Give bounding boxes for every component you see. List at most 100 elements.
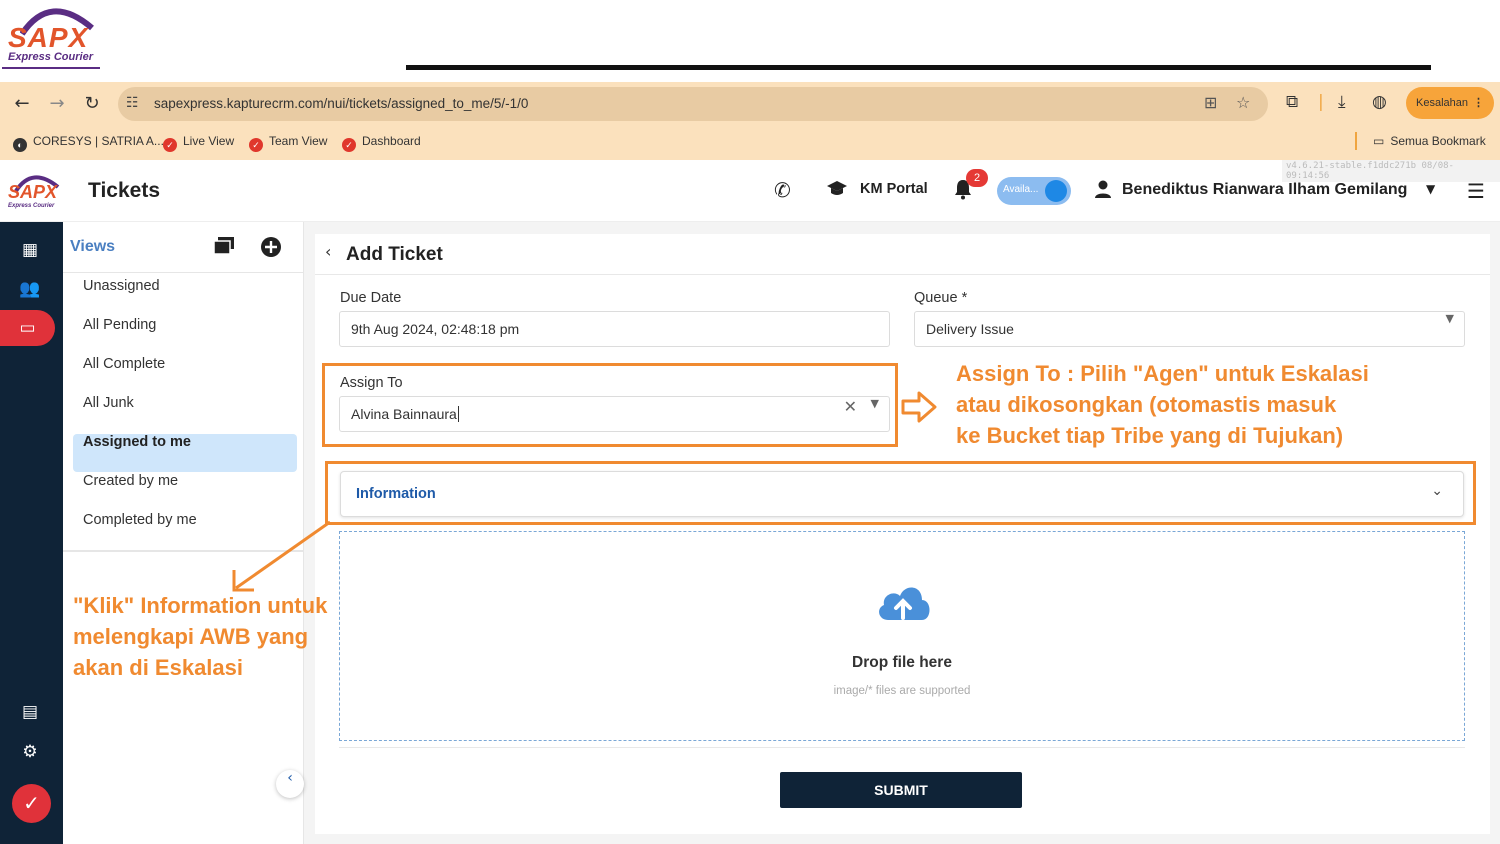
- forward-arrow-icon[interactable]: →: [46, 93, 68, 115]
- information-highlight: [325, 461, 1476, 525]
- due-date-field[interactable]: 9th Aug 2024, 02:48:18 pm: [339, 311, 890, 347]
- assign-note-line: ke Bucket tiap Tribe yang di Tujukan): [956, 423, 1344, 448]
- list-menu-icon[interactable]: ☰: [1467, 179, 1485, 203]
- assign-note-line: Assign To : Pilih "Agen" untuk Eskalasi: [956, 361, 1369, 386]
- assign-note-line: atau dikosongkan (otomastis masuk: [956, 392, 1337, 417]
- main-content: ‹ Add Ticket Due Date 9th Aug 2024, 02:4…: [304, 222, 1500, 844]
- download-icon[interactable]: ⤓: [1338, 92, 1346, 112]
- submit-button[interactable]: SUBMIT: [780, 772, 1022, 808]
- user-name[interactable]: Benediktus Rianwara Ilham Gemilang: [1122, 181, 1407, 199]
- view-all-pending[interactable]: All Pending: [73, 317, 297, 355]
- calendar-icon[interactable]: ▤: [0, 694, 60, 730]
- all-bookmarks-label: Semua Bookmark: [1390, 134, 1486, 148]
- left-rail: ▦ 👥 ▭ ▤ ⚙ ✓: [0, 222, 63, 844]
- bookmark-team-view[interactable]: ✓ Team View: [249, 134, 327, 152]
- bookmark-star-icon[interactable]: ☆: [1236, 93, 1250, 112]
- assign-to-highlight: [322, 363, 898, 447]
- km-portal-link[interactable]: KM Portal: [860, 181, 928, 197]
- view-created-by-me[interactable]: Created by me: [73, 473, 297, 511]
- graduation-cap-icon[interactable]: [826, 179, 848, 204]
- bookmark-separator: [1355, 132, 1357, 150]
- users-icon[interactable]: 👥: [0, 271, 60, 307]
- chevron-down-icon[interactable]: ▼: [1426, 182, 1435, 196]
- add-view-icon[interactable]: [260, 236, 282, 263]
- coresys-icon: ◐: [13, 138, 27, 152]
- extensions-icon[interactable]: ⧉: [1286, 92, 1298, 112]
- bookmark-label: Dashboard: [362, 134, 421, 148]
- slide-header: SAPX Express Courier: [0, 0, 1500, 82]
- logo-underline: [2, 67, 100, 69]
- ticket-icon[interactable]: ▭: [0, 310, 55, 346]
- view-all-complete[interactable]: All Complete: [73, 356, 297, 394]
- dropzone-divider: [339, 747, 1465, 748]
- kapture-icon: ✓: [163, 138, 177, 152]
- bookmark-dashboard[interactable]: ✓ Dashboard: [342, 134, 421, 152]
- collapse-panel-icon[interactable]: ‹: [276, 770, 304, 798]
- toolbar-separator: |: [1318, 92, 1324, 112]
- information-note: "Klik" Information untuk melengkapi AWB …: [73, 590, 327, 683]
- drop-subtitle: image/* files are supported: [833, 685, 971, 697]
- translate-icon[interactable]: ⊞: [1204, 93, 1217, 112]
- info-note-line: melengkapi AWB yang: [73, 624, 309, 649]
- queue-value: Delivery Issue: [926, 321, 1014, 337]
- form-title: Add Ticket: [346, 244, 443, 265]
- availability-label: Availa...: [1003, 184, 1039, 195]
- assign-note: Assign To : Pilih "Agen" untuk Eskalasi …: [956, 358, 1369, 451]
- address-bar[interactable]: ☷ sapexpress.kapturecrm.com/nui/tickets/…: [118, 87, 1268, 121]
- due-date-label: Due Date: [340, 290, 402, 306]
- reload-icon[interactable]: ↻: [81, 93, 103, 115]
- title-divider: [315, 274, 1490, 275]
- user-icon: [1094, 179, 1112, 204]
- info-note-line: "Klik" Information untuk: [73, 593, 328, 618]
- bookmark-coresys[interactable]: ◐ CORESYS | SATRIA A...: [13, 134, 164, 152]
- menu-dots-icon[interactable]: ⋮: [1473, 87, 1484, 119]
- toggle-knob: [1045, 180, 1067, 202]
- phone-icon[interactable]: ✆: [774, 178, 791, 202]
- view-all-junk[interactable]: All Junk: [73, 395, 297, 433]
- logo-subtitle: Express Courier: [8, 51, 93, 63]
- profile-icon[interactable]: ◍: [1372, 92, 1387, 112]
- due-date-value: 9th Aug 2024, 02:48:18 pm: [351, 321, 520, 337]
- arrow-down-left-icon: [232, 520, 331, 592]
- queue-label: Queue *: [914, 290, 968, 306]
- notification-badge: 2: [966, 169, 988, 187]
- file-dropzone[interactable]: Drop file here image/* files are support…: [339, 531, 1465, 741]
- all-bookmarks[interactable]: ▭ Semua Bookmark: [1373, 134, 1486, 148]
- logo-word: SAPX: [8, 22, 89, 53]
- arrow-right-icon: [901, 391, 937, 423]
- logo-word: SAPX: [8, 182, 58, 202]
- site-settings-icon[interactable]: ☷: [126, 95, 139, 111]
- url-text[interactable]: sapexpress.kapturecrm.com/nui/tickets/as…: [154, 96, 528, 111]
- dashboard-grid-icon[interactable]: ▦: [0, 232, 60, 268]
- folders-icon[interactable]: [213, 236, 235, 261]
- slide-title-rule: [406, 65, 1431, 70]
- logo-subtitle: Express Courier: [8, 203, 55, 209]
- bookmark-label: Live View: [183, 134, 235, 148]
- page-title: Tickets: [88, 179, 160, 202]
- kapture-icon: ✓: [342, 138, 356, 152]
- dropdown-caret-icon[interactable]: ▼: [1446, 312, 1454, 325]
- kapture-logo-icon[interactable]: ✓: [12, 784, 51, 823]
- info-note-line: akan di Eskalasi: [73, 655, 243, 680]
- view-unassigned[interactable]: Unassigned: [73, 278, 297, 316]
- app-header: SAPX Express Courier Tickets v4.6.21-sta…: [0, 160, 1500, 222]
- bookmark-live-view[interactable]: ✓ Live View: [163, 134, 234, 152]
- availability-toggle[interactable]: Availa...: [997, 177, 1071, 205]
- sapx-logo: SAPX Express Courier: [2, 2, 98, 68]
- drop-title: Drop file here: [852, 654, 952, 671]
- views-heading: Views: [70, 238, 116, 255]
- settings-gear-icon[interactable]: ⚙: [0, 734, 60, 770]
- queue-select[interactable]: Delivery Issue ▼: [914, 311, 1465, 347]
- app-logo[interactable]: SAPX Express Courier: [4, 170, 62, 214]
- views-divider: [63, 272, 304, 273]
- back-chevron-icon[interactable]: ‹: [325, 242, 331, 261]
- folder-icon: ▭: [1373, 134, 1385, 148]
- kapture-icon: ✓: [249, 138, 263, 152]
- bookmarks-bar: ◐ CORESYS | SATRIA A... ✓ Live View ✓ Team …: [0, 130, 1500, 154]
- view-assigned-to-me[interactable]: Assigned to me: [73, 434, 297, 472]
- browser-chrome: ← → ↻ ☷ sapexpress.kapturecrm.com/nui/ti…: [0, 82, 1500, 160]
- error-button[interactable]: Kesalahan ⋮: [1406, 87, 1494, 119]
- bookmark-label: CORESYS | SATRIA A...: [33, 134, 164, 148]
- cloud-upload-icon: [879, 587, 930, 620]
- back-arrow-icon[interactable]: ←: [11, 93, 33, 115]
